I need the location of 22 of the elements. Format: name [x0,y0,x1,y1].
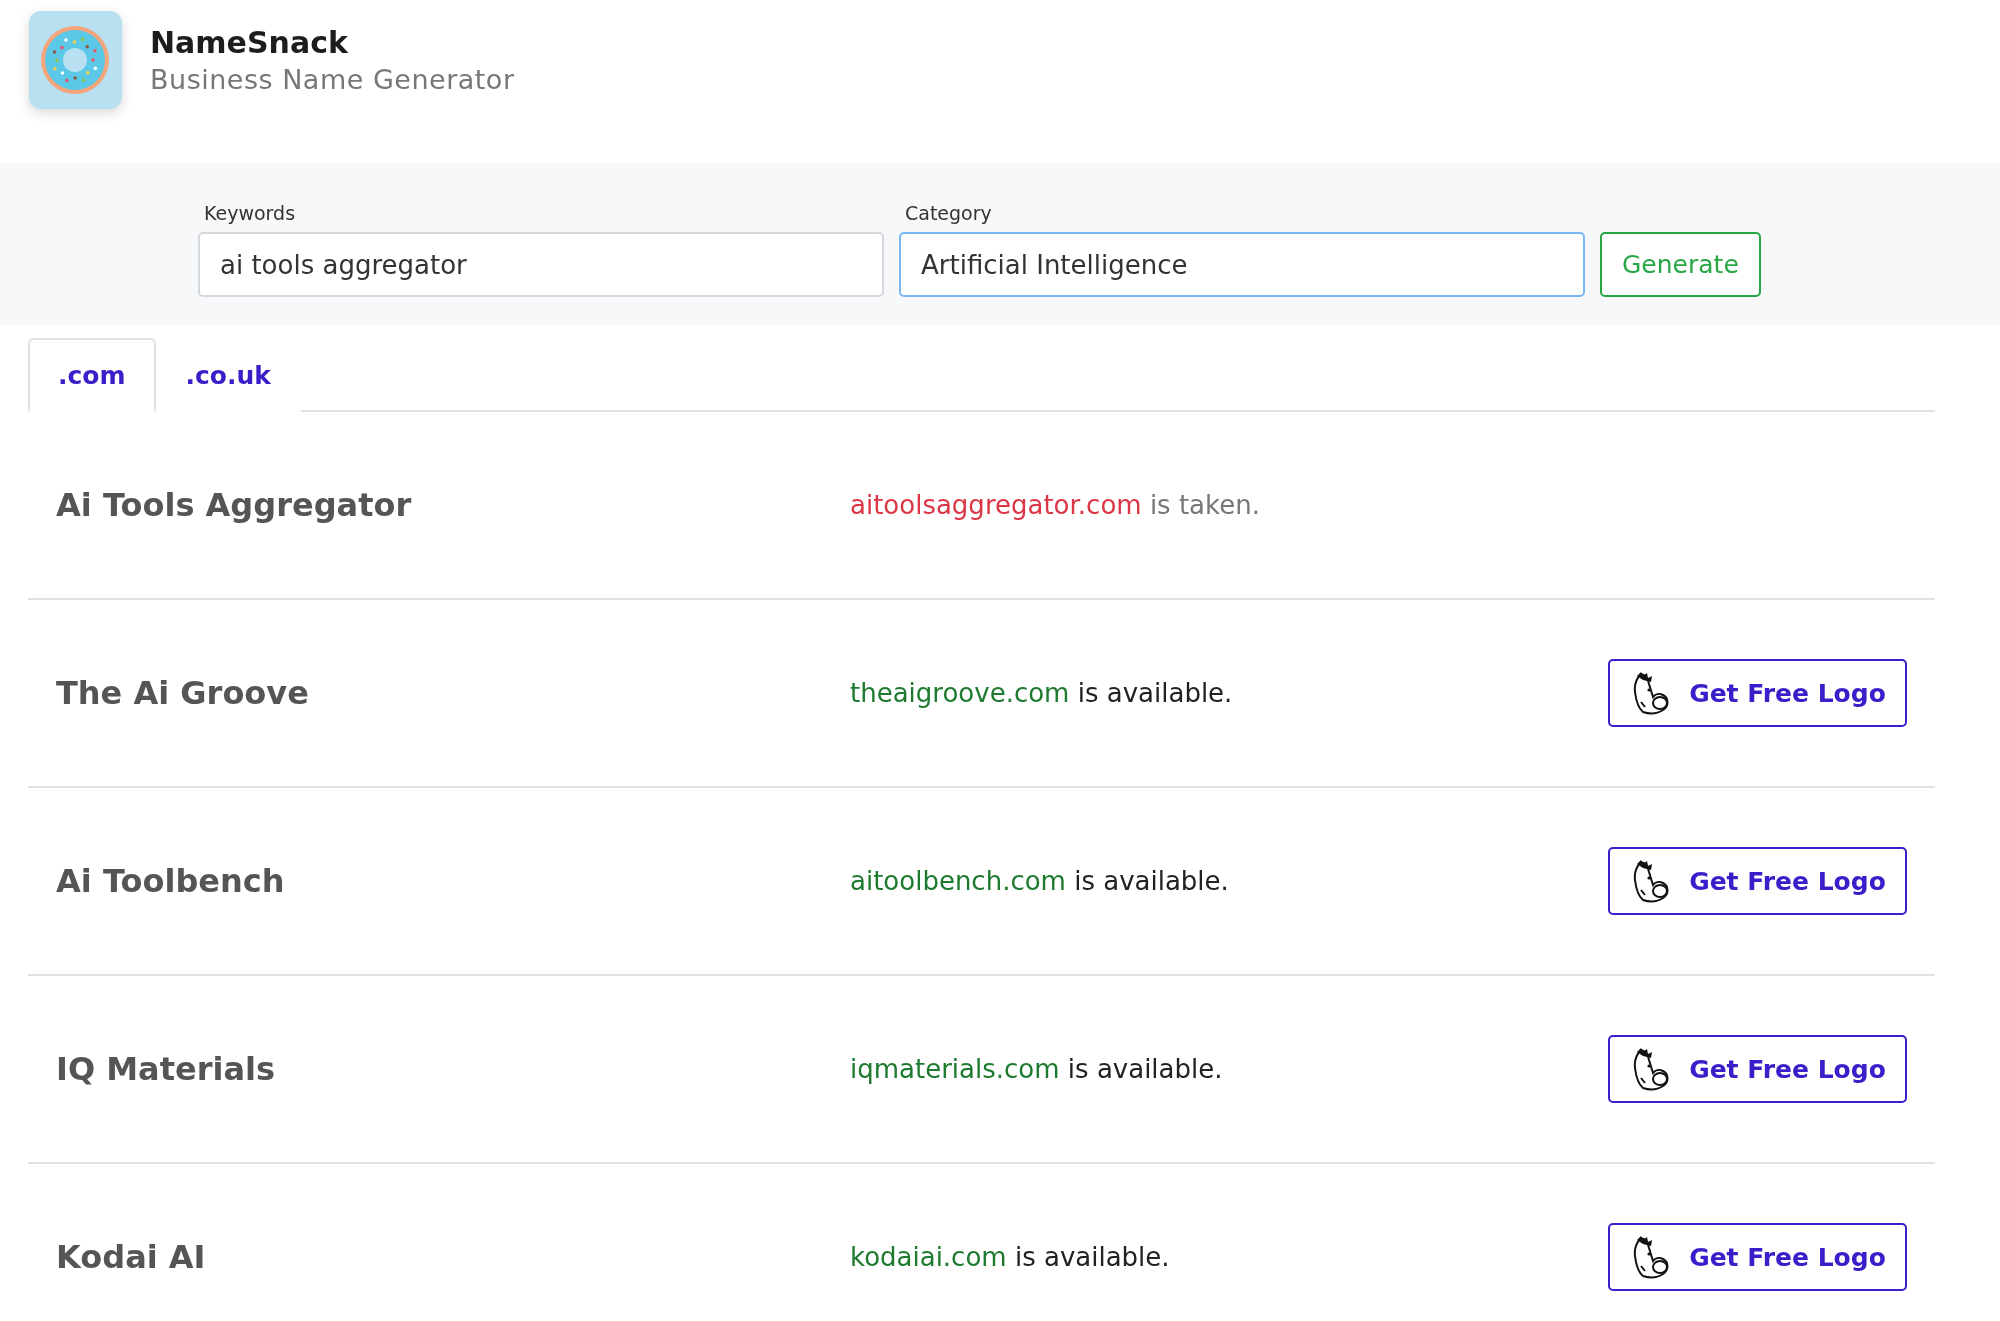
field-label: Keywords [203,202,297,224]
get-logo-button[interactable]: Get Free Logo [1608,1035,1907,1103]
app-title: NameSnack [150,24,349,60]
business-name: Ai Tools Aggregator [56,486,413,524]
business-name: IQ Materials [56,1050,277,1088]
donut-logo-icon [29,10,122,109]
get-logo-button[interactable]: Get Free Logo [1608,659,1907,727]
business-name: The Ai Groove [56,674,310,712]
availability-text: theaigroove.com is available. [850,678,1234,708]
app-tagline: Business Name Generator [150,63,515,95]
text-field[interactable]: Artificial Intelligence [899,232,1585,297]
business-name: Kodai AI [56,1238,207,1276]
availability-text: aitoolsaggregator.com is taken. [850,490,1261,520]
business-name: Ai Toolbench [56,862,286,900]
get-logo-button[interactable]: Get Free Logo [1608,847,1907,915]
domain-tab[interactable]: .com [28,338,156,412]
availability-text: aitoolbench.com is available. [850,866,1230,896]
field-label: Category [904,202,993,224]
text-field[interactable]: ai tools aggregator [198,232,884,297]
availability-text: kodaiai.com is available. [850,1242,1171,1272]
availability-text: iqmaterials.com is available. [850,1054,1224,1084]
get-logo-button[interactable]: Get Free Logo [1608,1223,1907,1291]
